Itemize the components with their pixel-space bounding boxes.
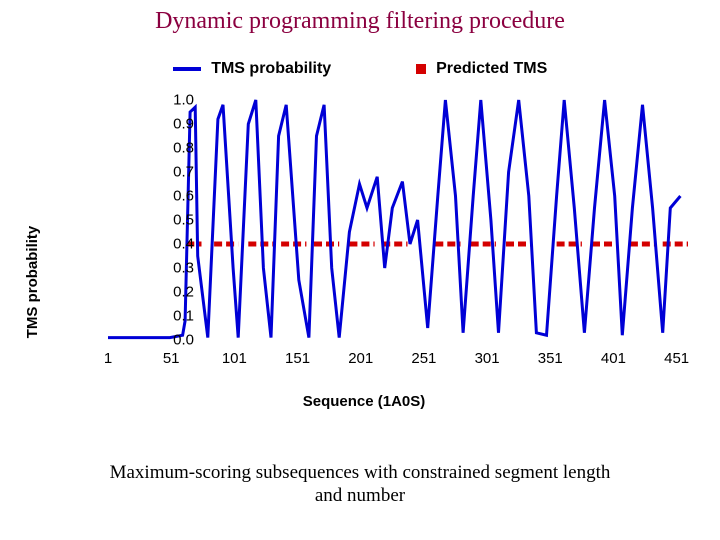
caption-line1: Maximum-scoring subsequences with constr… — [110, 462, 611, 483]
y-tick: 0.1 — [124, 308, 194, 325]
x-tick: 151 — [273, 350, 323, 367]
x-tick: 251 — [399, 350, 449, 367]
x-tick: 1 — [83, 350, 133, 367]
y-tick: 0.0 — [124, 332, 194, 349]
y-tick: 0.4 — [124, 236, 194, 253]
legend-series2-label: Predicted TMS — [436, 60, 547, 77]
x-axis-label: Sequence (1A0S) — [28, 393, 700, 410]
x-tick: 51 — [146, 350, 196, 367]
y-axis-label: TMS probability — [24, 182, 41, 382]
legend-line-swatch — [173, 67, 201, 71]
y-tick: 0.7 — [124, 164, 194, 181]
y-tick: 0.8 — [124, 140, 194, 157]
y-tick: 1.0 — [124, 92, 194, 109]
plot-svg — [108, 100, 688, 340]
slide-title: Dynamic programming filtering procedure — [0, 8, 720, 35]
slide: { "title": "Dynamic programming filterin… — [0, 0, 720, 540]
caption-line2: and number — [315, 485, 405, 506]
y-tick: 0.9 — [124, 116, 194, 133]
chart-legend: TMS probability Predicted TMS — [0, 60, 720, 78]
legend-square-swatch — [416, 64, 426, 74]
x-tick: 351 — [525, 350, 575, 367]
legend-series1-label: TMS probability — [211, 60, 331, 77]
x-tick: 101 — [209, 350, 259, 367]
x-tick: 301 — [462, 350, 512, 367]
y-tick: 0.3 — [124, 260, 194, 277]
slide-caption: Maximum-scoring subsequences with constr… — [0, 461, 720, 509]
y-tick: 0.2 — [124, 284, 194, 301]
chart: TMS probability 1.00.90.80.70.60.50.40.3… — [28, 92, 700, 412]
x-tick: 451 — [652, 350, 702, 367]
x-tick: 401 — [588, 350, 638, 367]
y-tick: 0.5 — [124, 212, 194, 229]
y-tick: 0.6 — [124, 188, 194, 205]
x-tick: 201 — [336, 350, 386, 367]
plot-area — [108, 100, 688, 340]
